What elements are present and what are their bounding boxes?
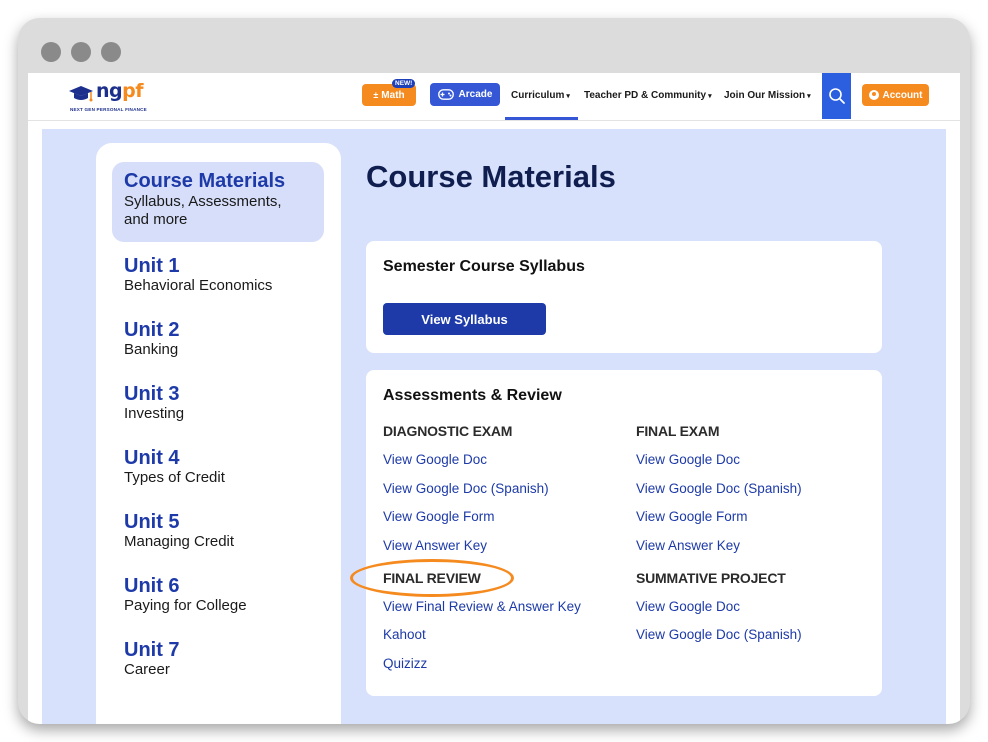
final-review-highlight-ring xyxy=(350,559,514,597)
math-symbols-icon: ± xyxy=(373,90,379,100)
final-exam-google-form-link[interactable]: View Google Form xyxy=(636,509,748,524)
chevron-down-icon: ▾ xyxy=(566,93,570,100)
nav-teacher-label: Teacher PD & Community xyxy=(584,90,707,101)
user-icon xyxy=(868,90,879,100)
sidebar-item-subtitle: Paying for College xyxy=(124,597,247,614)
account-button[interactable]: Account xyxy=(862,84,929,106)
quizizz-link[interactable]: Quizizz xyxy=(383,656,427,671)
sidebar-item-unit-4[interactable]: Unit 4 xyxy=(124,447,180,470)
chevron-down-icon: ▾ xyxy=(807,93,811,100)
site-header: ngpf NEXT GEN PERSONAL FINANCE ± Math NE… xyxy=(28,73,960,121)
kahoot-link[interactable]: Kahoot xyxy=(383,627,426,642)
diagnostic-answer-key-link[interactable]: View Answer Key xyxy=(383,538,487,553)
window-minimize-dot[interactable] xyxy=(71,42,91,62)
sidebar-item-subtitle: Types of Credit xyxy=(124,469,225,486)
sidebar-item-unit-7[interactable]: Unit 7 xyxy=(124,639,180,662)
graduation-cap-icon xyxy=(69,86,93,102)
sidebar-item-title[interactable]: Course Materials xyxy=(124,170,285,193)
diagnostic-google-doc-spanish-link[interactable]: View Google Doc (Spanish) xyxy=(383,481,549,496)
logo-wordmark: ngpf xyxy=(96,80,144,102)
new-badge: NEW! xyxy=(392,79,416,88)
final-exam-google-doc-spanish-link[interactable]: View Google Doc (Spanish) xyxy=(636,481,802,496)
syllabus-card-title: Semester Course Syllabus xyxy=(383,258,585,275)
sidebar-item-unit-6[interactable]: Unit 6 xyxy=(124,575,180,598)
sidebar-item-unit-3[interactable]: Unit 3 xyxy=(124,383,180,406)
view-syllabus-button[interactable]: View Syllabus xyxy=(383,303,546,335)
sidebar-item-subtitle: Investing xyxy=(124,405,185,422)
summative-project-heading: SUMMATIVE PROJECT xyxy=(636,570,786,586)
gamepad-icon xyxy=(437,89,454,100)
math-button-label: Math xyxy=(381,89,405,101)
ngpf-logo[interactable]: ngpf NEXT GEN PERSONAL FINANCE xyxy=(68,80,148,112)
arcade-button[interactable]: Arcade xyxy=(430,83,500,106)
sidebar-item-subtitle: Banking xyxy=(124,341,179,358)
summative-google-doc-link[interactable]: View Google Doc xyxy=(636,599,740,614)
syllabus-card: Semester Course Syllabus View Syllabus xyxy=(366,241,882,353)
sidebar-item-subtitle: Behavioral Economics xyxy=(124,277,273,294)
page-title: Course Materials xyxy=(366,159,616,194)
sidebar-item-unit-1[interactable]: Unit 1 xyxy=(124,255,180,278)
sidebar-item-subtitle: Syllabus, Assessments, and more xyxy=(124,193,282,228)
final-review-answer-key-link[interactable]: View Final Review & Answer Key xyxy=(383,599,581,614)
course-sidebar: Course Materials Syllabus, Assessments, … xyxy=(96,143,341,724)
account-button-label: Account xyxy=(882,89,923,101)
sidebar-item-subtitle: Career xyxy=(124,661,170,678)
assessments-card: Assessments & Review DIAGNOSTIC EXAM Vie… xyxy=(366,370,882,696)
assessments-card-title: Assessments & Review xyxy=(383,387,562,404)
nav-mission-label: Join Our Mission xyxy=(724,90,806,101)
diagnostic-google-form-link[interactable]: View Google Form xyxy=(383,509,495,524)
final-exam-answer-key-link[interactable]: View Answer Key xyxy=(636,538,740,553)
final-exam-google-doc-link[interactable]: View Google Doc xyxy=(636,452,740,467)
sidebar-item-unit-2[interactable]: Unit 2 xyxy=(124,319,180,342)
summative-google-doc-spanish-link[interactable]: View Google Doc (Spanish) xyxy=(636,627,802,642)
browser-viewport: ngpf NEXT GEN PERSONAL FINANCE ± Math NE… xyxy=(28,73,960,724)
search-icon xyxy=(828,88,845,104)
nav-teacher-pd[interactable]: Teacher PD & Community ▾ xyxy=(584,90,712,101)
chevron-down-icon: ▾ xyxy=(708,93,712,100)
window-close-dot[interactable] xyxy=(41,42,61,62)
arcade-button-label: Arcade xyxy=(458,89,493,100)
nav-curriculum[interactable]: Curriculum ▾ xyxy=(511,90,570,101)
diagnostic-google-doc-link[interactable]: View Google Doc xyxy=(383,452,487,467)
logo-tagline: NEXT GEN PERSONAL FINANCE xyxy=(70,107,147,112)
sidebar-item-subtitle: Managing Credit xyxy=(124,533,235,550)
nav-join-mission[interactable]: Join Our Mission ▾ xyxy=(724,90,811,101)
sidebar-item-unit-5[interactable]: Unit 5 xyxy=(124,511,180,534)
search-button[interactable] xyxy=(822,73,851,119)
browser-window: ngpf NEXT GEN PERSONAL FINANCE ± Math NE… xyxy=(18,18,970,724)
nav-active-indicator xyxy=(505,117,578,120)
page-content: Course Materials Syllabus, Assessments, … xyxy=(42,129,946,724)
final-exam-heading: FINAL EXAM xyxy=(636,423,720,439)
nav-curriculum-label: Curriculum xyxy=(511,90,565,101)
diagnostic-exam-heading: DIAGNOSTIC EXAM xyxy=(383,423,513,439)
window-maximize-dot[interactable] xyxy=(101,42,121,62)
